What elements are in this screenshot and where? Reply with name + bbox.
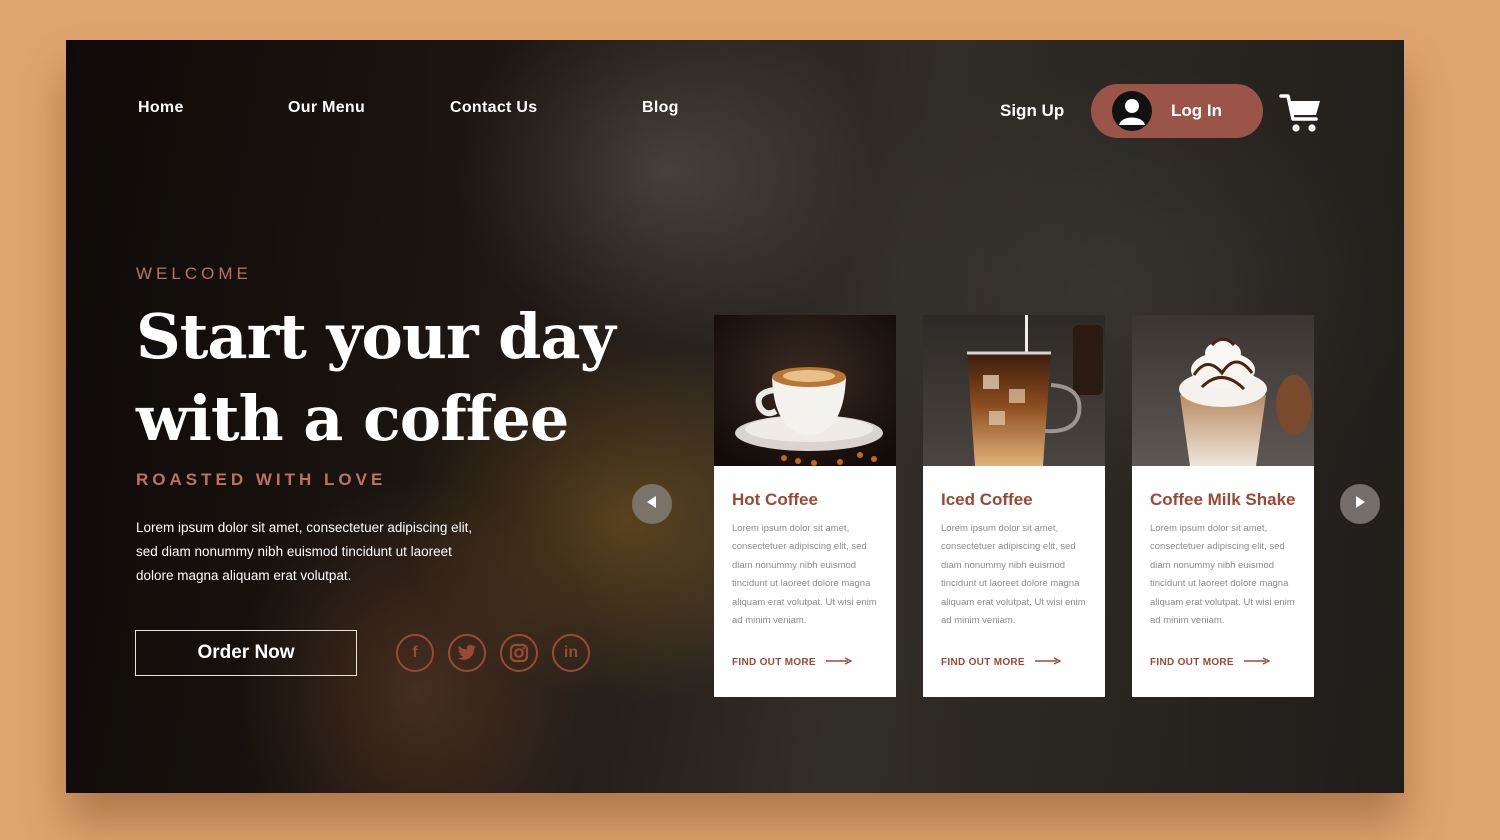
iced-coffee-image [923, 315, 1105, 466]
facebook-icon[interactable]: f [396, 634, 434, 672]
arrow-right-icon [816, 657, 853, 668]
card-title: Iced Coffee [941, 490, 1033, 509]
chevron-right-icon [1352, 494, 1368, 514]
twitter-icon[interactable] [448, 634, 486, 672]
link-label: FIND OUT MORE [732, 657, 816, 668]
login-label: Log In [1171, 101, 1222, 120]
arrow-right-icon [1234, 657, 1271, 668]
menu-card-coffee-milk-shake: Coffee Milk Shake Lorem ipsum dolor sit … [1132, 315, 1314, 697]
instagram-icon[interactable] [500, 634, 538, 672]
main-nav: Home Our Menu Contact Us Blog Sign Up Lo… [66, 40, 1404, 160]
headline-line-2: with a coffee [136, 382, 569, 455]
link-label: FIND OUT MORE [941, 657, 1025, 668]
shopping-cart-icon[interactable] [1278, 90, 1324, 140]
find-out-more-link[interactable]: FIND OUT MORE [1150, 657, 1271, 668]
nav-contact-us[interactable]: Contact Us [450, 99, 537, 117]
card-description: Lorem ipsum dolor sit amet, consectetuer… [1150, 523, 1295, 627]
hot-coffee-image [714, 315, 896, 466]
card-description: Lorem ipsum dolor sit amet, consectetuer… [732, 523, 877, 627]
nav-blog[interactable]: Blog [642, 99, 679, 117]
nav-home[interactable]: Home [138, 99, 184, 117]
card-title: Coffee Milk Shake [1150, 490, 1296, 509]
arrow-right-icon [1025, 657, 1062, 668]
coffee-milk-shake-image [1132, 315, 1314, 466]
carousel-next-button[interactable] [1340, 484, 1380, 524]
login-button[interactable]: Log In [1091, 84, 1263, 138]
carousel-prev-button[interactable] [632, 484, 672, 524]
signup-link[interactable]: Sign Up [1000, 101, 1064, 121]
menu-card-hot-coffee: Hot Coffee Lorem ipsum dolor sit amet, c… [714, 315, 896, 697]
find-out-more-link[interactable]: FIND OUT MORE [732, 657, 853, 668]
hero-section: Home Our Menu Contact Us Blog Sign Up Lo… [66, 40, 1404, 793]
user-icon [1112, 91, 1152, 131]
nav-our-menu[interactable]: Our Menu [288, 99, 365, 117]
card-description: Lorem ipsum dolor sit amet, consectetuer… [941, 523, 1086, 627]
find-out-more-link[interactable]: FIND OUT MORE [941, 657, 1062, 668]
subheading: ROASTED WITH LOVE [136, 470, 387, 489]
headline-line-1: Start your day [136, 300, 616, 373]
page-title: Start your day with a coffee [136, 296, 656, 460]
card-title: Hot Coffee [732, 490, 818, 509]
linkedin-icon[interactable]: in [552, 634, 590, 672]
link-label: FIND OUT MORE [1150, 657, 1234, 668]
menu-card-iced-coffee: Iced Coffee Lorem ipsum dolor sit amet, … [923, 315, 1105, 697]
order-now-button[interactable]: Order Now [135, 630, 357, 676]
lead-paragraph: Lorem ipsum dolor sit amet, consectetuer… [136, 520, 473, 583]
chevron-left-icon [644, 494, 660, 514]
welcome-eyebrow: WELCOME [136, 264, 252, 283]
